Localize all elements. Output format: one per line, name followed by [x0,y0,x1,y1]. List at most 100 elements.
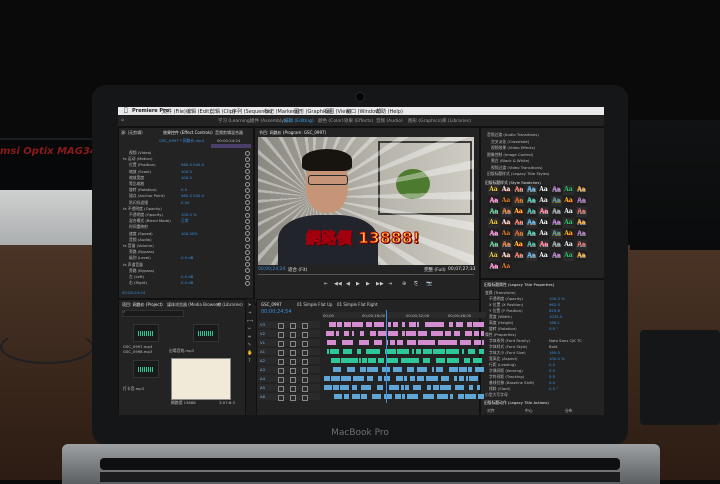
audio-clip[interactable] [464,358,471,363]
keyframe-toggle-icon[interactable] [245,243,250,249]
title-style-swatch[interactable]: Aa [550,240,562,250]
apple-icon[interactable]:  [124,107,128,114]
video-clip[interactable] [481,340,484,345]
effects-tree-item[interactable]: 交叉淡化 (Crossfade) [491,139,529,145]
go-to-out-icon[interactable]: ⇥ [388,281,392,287]
audio-clip[interactable] [371,394,382,399]
audio-clip[interactable] [422,349,433,354]
audio-clip[interactable] [343,349,352,354]
type-tool-icon[interactable]: T [247,359,252,364]
audio-clip[interactable] [473,358,483,363]
mute-icon[interactable] [302,376,308,383]
selection-tool-icon[interactable]: ➤ [247,303,252,308]
title-style-swatch[interactable]: Aa [525,218,537,228]
audio-clip[interactable] [329,349,339,354]
video-clip[interactable] [467,322,473,327]
audio-clip[interactable] [449,367,458,372]
audio-clip[interactable] [333,385,339,390]
eye-icon[interactable] [290,331,296,338]
audio-clip[interactable] [378,376,382,381]
audio-clip[interactable] [423,394,435,399]
audio-clip[interactable] [407,394,419,399]
audio-clip[interactable] [324,376,331,381]
title-style-swatch[interactable]: Aa [488,240,499,250]
audio-clip[interactable] [396,349,404,354]
audio-clip[interactable] [343,394,350,399]
keyframe-toggle-icon[interactable] [245,249,250,255]
video-clip[interactable] [480,331,484,336]
insert-icon[interactable]: ⊕ [402,281,406,287]
audio-clip[interactable] [466,376,469,381]
keyframe-toggle-icon[interactable] [245,274,250,280]
menu-file[interactable]: 文件 (File) [162,108,186,115]
keyframe-toggle-icon[interactable] [245,218,250,224]
audio-clip[interactable] [403,349,409,354]
video-clip[interactable] [417,340,430,345]
video-clip[interactable] [429,340,435,345]
audio-clip[interactable] [436,394,448,399]
title-property-value[interactable]: 962.5 [549,302,560,307]
audio-clip[interactable] [401,385,404,390]
audio-clip[interactable] [387,358,399,363]
audio-clip[interactable] [360,394,367,399]
title-style-swatch[interactable]: Aa [488,229,499,239]
title-style-swatch[interactable]: Aa [575,229,587,239]
title-style-swatch[interactable]: Aa [513,185,524,195]
effect-property-value[interactable]: 0.0 dB [181,274,193,279]
title-style-swatch[interactable]: Aa [525,196,537,206]
play-icon[interactable]: ▶ [356,281,360,287]
mute-icon[interactable] [302,331,308,338]
title-style-swatch[interactable]: Aa [488,207,499,217]
workspace-effects[interactable]: 效果 (Effects) [344,118,373,124]
audio-clip[interactable] [356,349,362,354]
audio-clip[interactable] [468,349,475,354]
fit-dropdown[interactable]: 适合 (Fit) [288,267,307,273]
title-style-swatch[interactable]: Aa [550,251,562,261]
audio-clip[interactable] [439,385,451,390]
title-style-swatch[interactable]: Aa [538,207,549,217]
audio-clip[interactable] [324,385,332,390]
video-clip[interactable] [459,340,471,345]
track-header[interactable]: A6 [258,393,320,401]
video-clip[interactable] [406,340,417,345]
track-header[interactable]: A3 [258,366,320,374]
audio-clip[interactable] [406,367,414,372]
effect-property-value[interactable]: 0.00 [181,200,189,205]
audio-clip[interactable] [346,367,355,372]
razor-tool-icon[interactable]: ✂ [247,327,252,332]
tab-media-browser[interactable]: 媒体浏览器 (Media Browser) [167,302,221,308]
video-clip[interactable] [328,322,337,327]
title-style-swatch[interactable]: Aa [575,196,587,206]
audio-clip[interactable] [347,358,359,363]
title-property-value[interactable]: 0.0 ° [549,326,558,331]
lock-icon[interactable] [278,394,284,401]
title-property-value[interactable]: 0.0 [549,374,555,379]
title-style-swatch[interactable]: Aa [575,218,587,228]
audio-clip[interactable] [470,394,476,399]
effects-tree-item[interactable]: 图像控制 (Image Control) [487,152,533,158]
mute-icon[interactable] [302,394,308,401]
audio-clip[interactable] [423,358,431,363]
effect-property-value[interactable]: 100.0 % [181,212,197,217]
eye-icon[interactable] [290,322,296,329]
effect-property-value[interactable]: 960.0 540.0 [181,193,204,198]
video-clip[interactable] [444,331,451,336]
audio-clip[interactable] [405,385,409,390]
audio-clip[interactable] [452,349,460,354]
audio-clip[interactable] [352,376,364,381]
audio-clip[interactable] [417,376,425,381]
video-clip[interactable] [438,340,445,345]
video-clip[interactable] [474,331,480,336]
video-clip[interactable] [424,322,437,327]
title-style-swatch[interactable]: Aa [500,185,512,195]
audio-clip[interactable] [450,394,454,399]
audio-clip[interactable] [366,367,379,372]
project-item-name[interactable]: 出場音效.mp3 [169,348,194,354]
audio-clip[interactable] [367,376,374,381]
audio-clip[interactable] [431,367,435,372]
video-clip[interactable] [359,331,365,336]
audio-clip[interactable] [392,367,403,372]
project-thumb[interactable] [133,360,159,378]
audio-clip[interactable] [433,385,439,390]
audio-clip[interactable] [479,349,484,354]
